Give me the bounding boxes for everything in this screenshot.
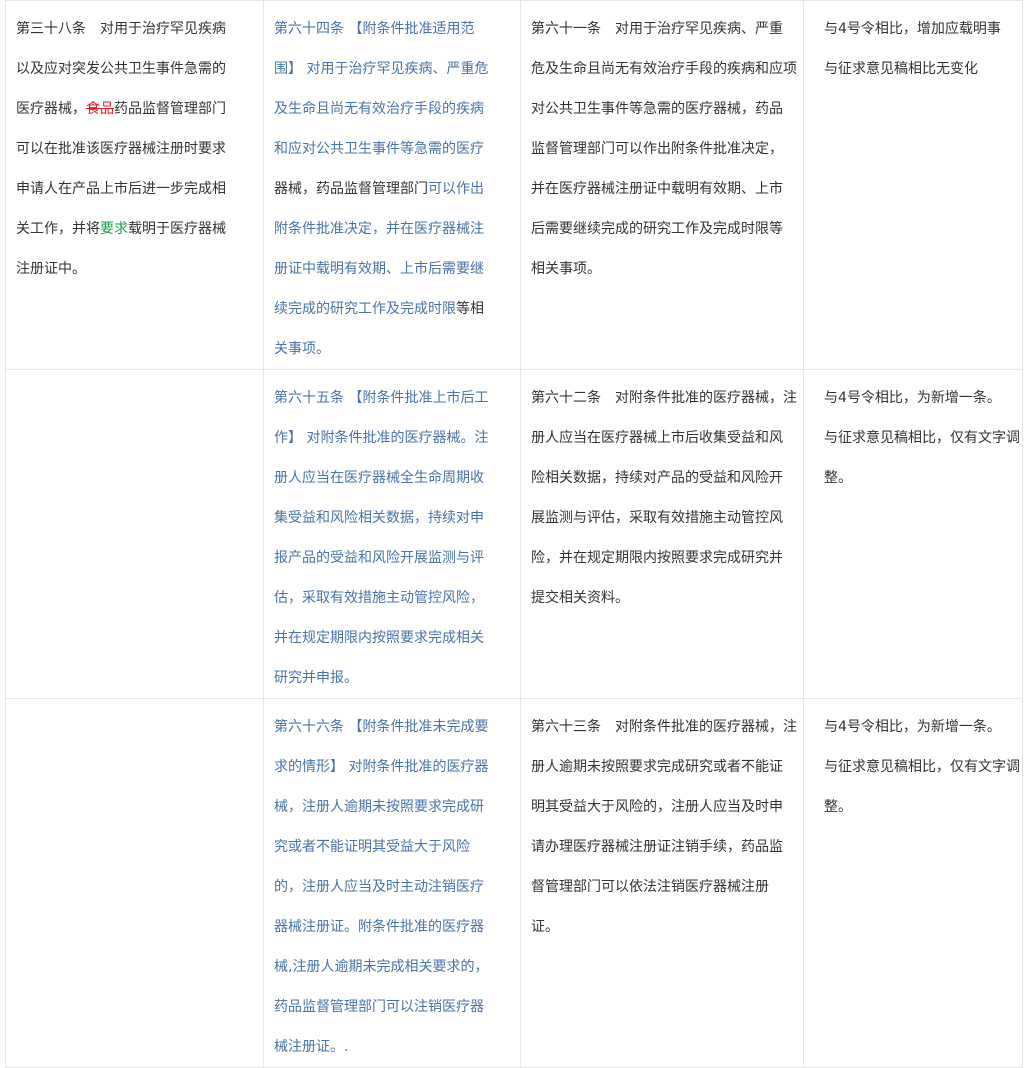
new-article-cell: 第六十五条 【附条件批准上市后工 作】 对附条件批准的医疗器械。注 册人应当在医疗器… bbox=[263, 369, 521, 699]
text-line: 整。 bbox=[824, 799, 852, 815]
text-line: 第六十一条 对用于治疗罕见疾病、严重 bbox=[531, 21, 783, 37]
plain-text: 器械，药品监督管理部门 bbox=[274, 181, 428, 197]
text-line: 危及生命且尚无有效治疗手段的疾病和应项 bbox=[531, 61, 797, 77]
text-line: 集受益和风险相关数据，持续对申 bbox=[274, 510, 484, 526]
text-line: 报产品的受益和风险开展监测与评 bbox=[274, 550, 484, 566]
text-line: 围】 对用于治疗罕见疾病、严重危 bbox=[274, 61, 489, 77]
text-line: 册人应当在医疗器械上市后收集受益和风 bbox=[531, 430, 783, 446]
cell-text: 第六十三条 对附条件批准的医疗器械，注 册人逾期未按照要求完成研究或者不能证 明其受… bbox=[521, 699, 803, 947]
text-line: 以及应对突发公共卫生事件急需的 bbox=[16, 61, 226, 77]
text-line: 医疗器械，食品药品监督管理部门 bbox=[16, 89, 263, 129]
text-line: 册人逾期未按照要求完成研究或者不能证 bbox=[531, 759, 783, 775]
old-article-cell bbox=[5, 369, 264, 699]
text-line: 第六十五条 【附条件批准上市后工 bbox=[274, 390, 489, 406]
cell-text bbox=[6, 370, 263, 378]
text-line: 与4号令相比，为新增一条。 bbox=[824, 390, 1001, 406]
highlight-text: 续完成的研究工作及完成时限 bbox=[274, 301, 456, 317]
deleted-text: 食品 bbox=[86, 101, 114, 117]
text-line: 器械，药品监督管理部门可以作出 bbox=[274, 169, 520, 209]
old-article-cell: 第三十八条 对用于治疗罕见疾病 以及应对突发公共卫生事件急需的 医疗器械，食品药品监… bbox=[5, 0, 264, 370]
note-cell: 与4号令相比，为新增一条。与征求意见稿相比，仅有文字调 整。 bbox=[803, 369, 1023, 699]
cell-text: 第六十五条 【附条件批准上市后工 作】 对附条件批准的医疗器械。注 册人应当在医疗器… bbox=[264, 370, 520, 698]
text-line: 及生命且尚无有效治疗手段的疾病 bbox=[274, 101, 484, 117]
cell-text: 第六十二条 对附条件批准的医疗器械，注 册人应当在医疗器械上市后收集受益和风 险相关… bbox=[521, 370, 803, 618]
text-line: 械,注册人逾期未完成相关要求的， bbox=[274, 959, 489, 975]
text-line: 第六十四条 【附条件批准适用范 bbox=[274, 21, 475, 37]
text-line: 续完成的研究工作及完成时限等相 bbox=[274, 289, 520, 329]
cell-text: 与4号令相比，增加应载明事 与征求意见稿相比无变化 bbox=[804, 1, 1022, 89]
text-line: 证。 bbox=[531, 919, 559, 935]
plain-text: 药品监督管理部门 bbox=[114, 101, 226, 117]
text-line: 提交相关资料。 bbox=[531, 590, 629, 606]
text-line: 险，并在规定期限内按照要求完成研究并 bbox=[531, 550, 783, 566]
text-line: 后需要继续完成的研究工作及完成时限等 bbox=[531, 221, 783, 237]
cell-text: 第六十四条 【附条件批准适用范 围】 对用于治疗罕见疾病、严重危 及生命且尚无有效治… bbox=[264, 1, 520, 369]
text-line: 第三十八条 对用于治疗罕见疾病 bbox=[16, 21, 226, 37]
text-line: 与征求意见稿相比无变化 bbox=[824, 61, 978, 77]
text-line: 申请人在产品上市后进一步完成相 bbox=[16, 181, 226, 197]
text-line: 展监测与评估，采取有效措施主动管控风 bbox=[531, 510, 783, 526]
text-line: 与4号令相比，为新增一条。 bbox=[824, 719, 1001, 735]
cell-text: 第六十六条 【附条件批准未完成要 求的情形】 对附条件批准的医疗器 械，注册人逾期未… bbox=[264, 699, 520, 1067]
table-row: 第六十六条 【附条件批准未完成要 求的情形】 对附条件批准的医疗器 械，注册人逾期未… bbox=[5, 698, 1023, 1068]
text-line: 关工作，并将要求载明于医疗器械 bbox=[16, 209, 263, 249]
text-line: 相关事项。 bbox=[531, 261, 601, 277]
text-line: 册证中载明有效期、上市后需要继 bbox=[274, 261, 484, 277]
text-line: 求的情形】 对附条件批准的医疗器 bbox=[274, 759, 489, 775]
text-line: 与征求意见稿相比，仅有文字调 bbox=[824, 759, 1020, 775]
cell-text: 第六十一条 对用于治疗罕见疾病、严重 危及生命且尚无有效治疗手段的疾病和应项 对公共… bbox=[521, 1, 803, 289]
added-text: 要求 bbox=[100, 221, 128, 237]
text-line: 第六十三条 对附条件批准的医疗器械，注 bbox=[531, 719, 797, 735]
draft-article-cell: 第六十二条 对附条件批准的医疗器械，注 册人应当在医疗器械上市后收集受益和风 险相关… bbox=[520, 369, 804, 699]
text-line: 关事项。 bbox=[274, 341, 330, 357]
note-cell: 与4号令相比，为新增一条。与征求意见稿相比，仅有文字调 整。 bbox=[803, 698, 1023, 1068]
text-line: 督管理部门可以依法注销医疗器械注册 bbox=[531, 879, 769, 895]
text-line: 械注册证。. bbox=[274, 1039, 349, 1055]
plain-text: 关工作，并将 bbox=[16, 221, 100, 237]
text-line: 与4号令相比，增加应载明事 bbox=[824, 21, 1001, 37]
text-line: 明其受益大于风险的，注册人应当及时申 bbox=[531, 799, 783, 815]
table-row: 第六十五条 【附条件批准上市后工 作】 对附条件批准的医疗器械。注 册人应当在医疗器… bbox=[5, 369, 1023, 699]
text-line: 并在医疗器械注册证中载明有效期、上市 bbox=[531, 181, 783, 197]
text-line: 械，注册人逾期未按照要求完成研 bbox=[274, 799, 484, 815]
comparison-table: 第三十八条 对用于治疗罕见疾病 以及应对突发公共卫生事件急需的 医疗器械，食品药品监… bbox=[5, 0, 1023, 1068]
draft-article-cell: 第六十三条 对附条件批准的医疗器械，注 册人逾期未按照要求完成研究或者不能证 明其受… bbox=[520, 698, 804, 1068]
cell-text: 与4号令相比，为新增一条。与征求意见稿相比，仅有文字调 整。 bbox=[804, 699, 1022, 827]
text-line: 与征求意见稿相比，仅有文字调 bbox=[824, 430, 1020, 446]
text-line: 器械注册证。附条件批准的医疗器 bbox=[274, 919, 484, 935]
cell-text: 与4号令相比，为新增一条。与征求意见稿相比，仅有文字调 整。 bbox=[804, 370, 1022, 498]
plain-text: 医疗器械， bbox=[16, 101, 86, 117]
table-row: 第三十八条 对用于治疗罕见疾病 以及应对突发公共卫生事件急需的 医疗器械，食品药品监… bbox=[5, 0, 1023, 370]
highlight-text: 可以作出 bbox=[428, 181, 484, 197]
cell-text bbox=[6, 699, 263, 707]
text-line: 和应对公共卫生事件等急需的医疗 bbox=[274, 141, 484, 157]
plain-text: 载明于医疗器械 bbox=[128, 221, 226, 237]
plain-text: 等相 bbox=[456, 301, 484, 317]
text-line: 药品监督管理部门可以注销医疗器 bbox=[274, 999, 484, 1015]
old-article-cell bbox=[5, 698, 264, 1068]
text-line: 作】 对附条件批准的医疗器械。注 bbox=[274, 430, 489, 446]
text-line: 究或者不能证明其受益大于风险 bbox=[274, 839, 470, 855]
text-line: 对公共卫生事件等急需的医疗器械，药品 bbox=[531, 101, 783, 117]
text-line: 请办理医疗器械注册证注销手续，药品监 bbox=[531, 839, 783, 855]
text-line: 估，采取有效措施主动管控风险， bbox=[274, 590, 484, 606]
text-line: 第六十二条 对附条件批准的医疗器械，注 bbox=[531, 390, 797, 406]
text-line: 险相关数据，持续对产品的受益和风险开 bbox=[531, 470, 783, 486]
text-line: 研究并申报。 bbox=[274, 670, 358, 686]
text-line: 册人应当在医疗器械全生命周期收 bbox=[274, 470, 484, 486]
text-line: 并在规定期限内按照要求完成相关 bbox=[274, 630, 484, 646]
text-line: 注册证中。 bbox=[16, 261, 86, 277]
new-article-cell: 第六十四条 【附条件批准适用范 围】 对用于治疗罕见疾病、严重危 及生命且尚无有效治… bbox=[263, 0, 521, 370]
text-line: 附条件批准决定，并在医疗器械注 bbox=[274, 221, 484, 237]
cell-text: 第三十八条 对用于治疗罕见疾病 以及应对突发公共卫生事件急需的 医疗器械，食品药品监… bbox=[6, 1, 263, 289]
new-article-cell: 第六十六条 【附条件批准未完成要 求的情形】 对附条件批准的医疗器 械，注册人逾期未… bbox=[263, 698, 521, 1068]
note-cell: 与4号令相比，增加应载明事 与征求意见稿相比无变化 bbox=[803, 0, 1023, 370]
text-line: 可以在批准该医疗器械注册时要求 bbox=[16, 141, 226, 157]
draft-article-cell: 第六十一条 对用于治疗罕见疾病、严重 危及生命且尚无有效治疗手段的疾病和应项 对公共… bbox=[520, 0, 804, 370]
text-line: 第六十六条 【附条件批准未完成要 bbox=[274, 719, 489, 735]
text-line: 整。 bbox=[824, 470, 852, 486]
text-line: 监督管理部门可以作出附条件批准决定， bbox=[531, 141, 783, 157]
text-line: 的，注册人应当及时主动注销医疗 bbox=[274, 879, 484, 895]
